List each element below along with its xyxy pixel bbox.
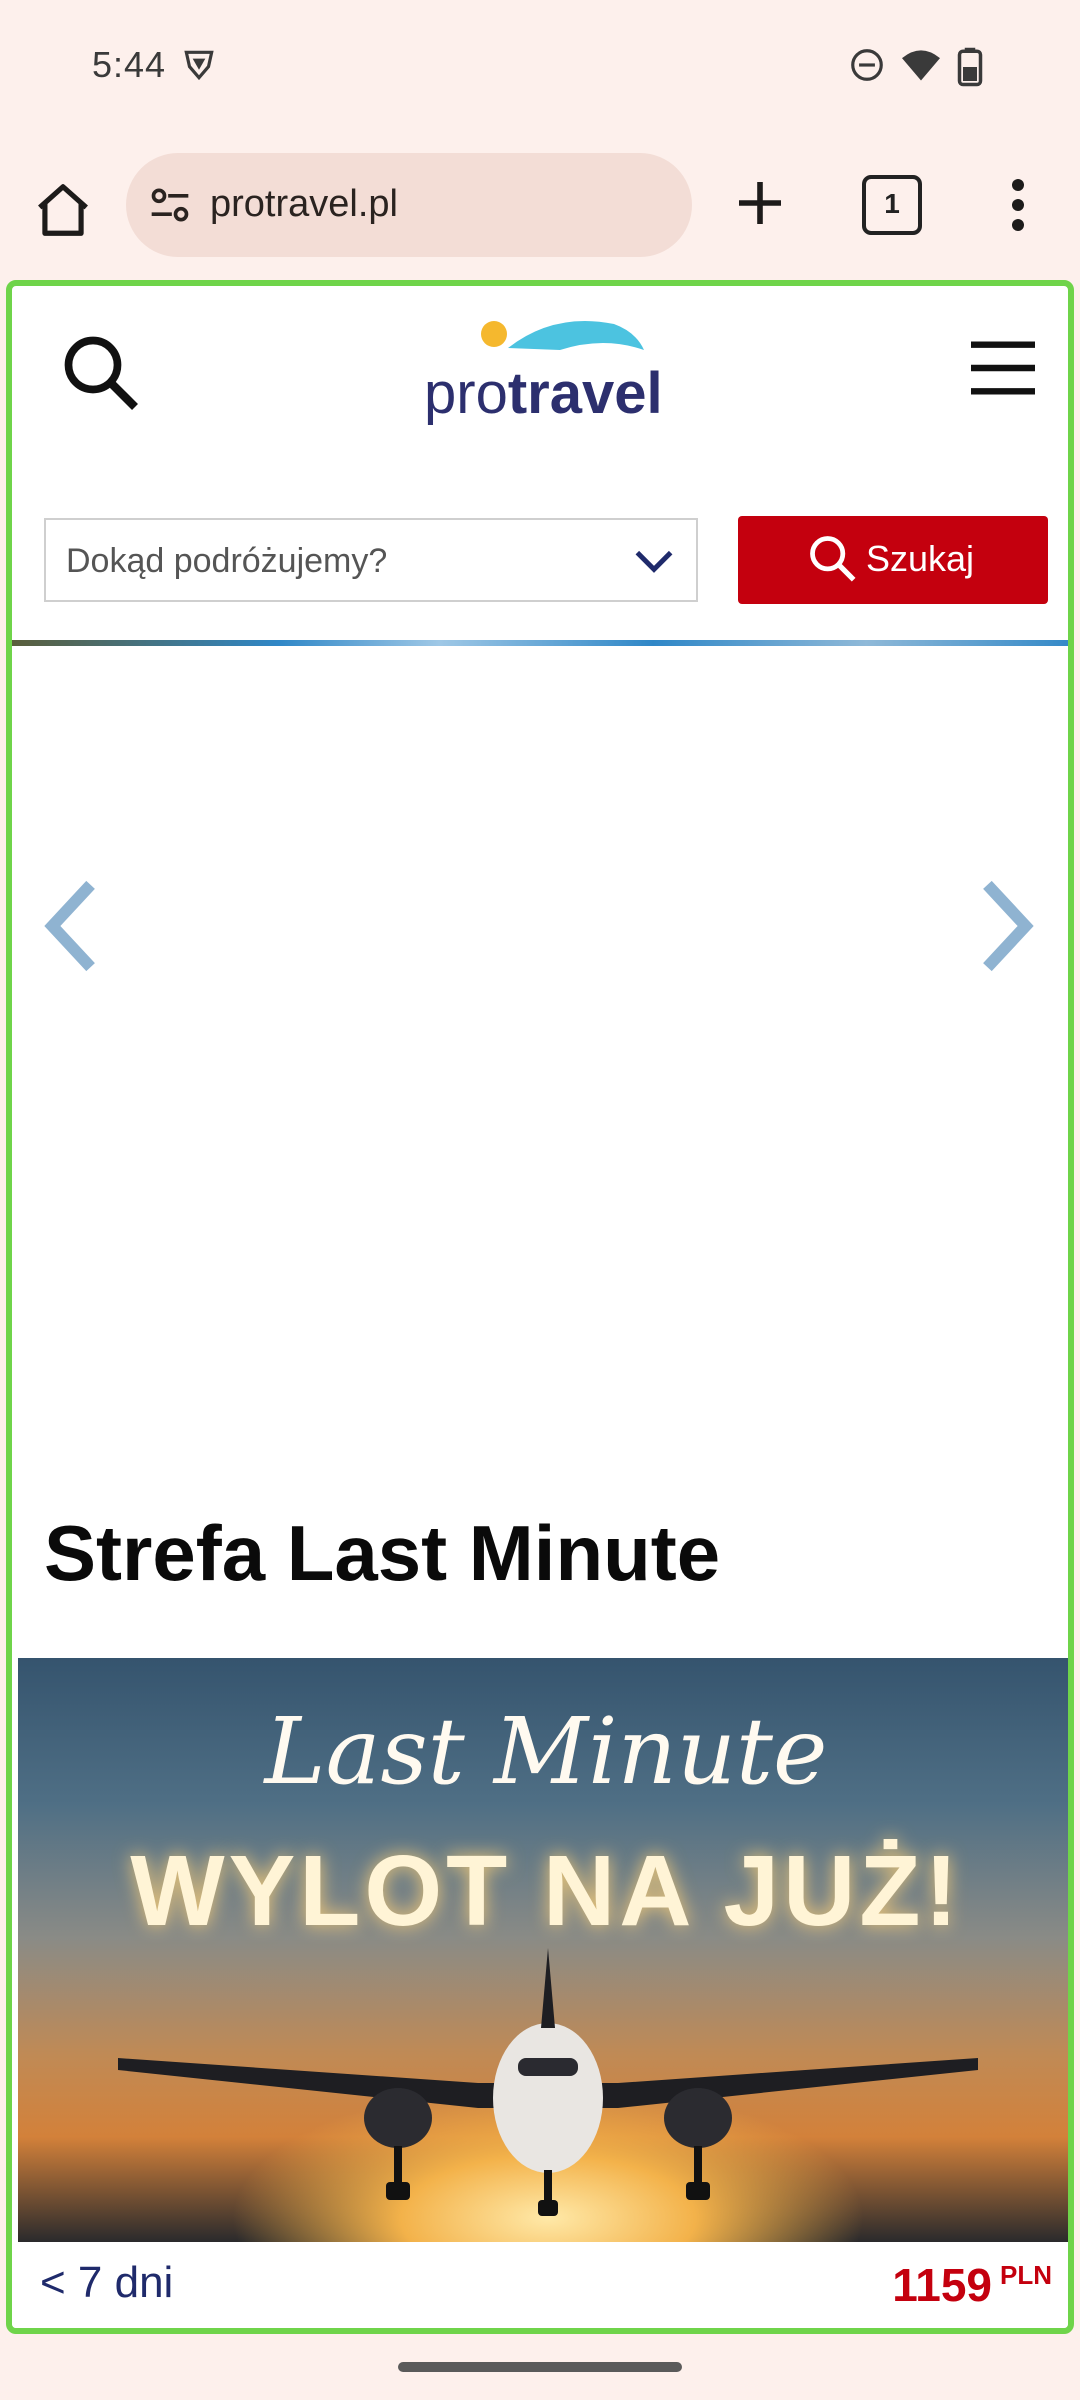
- wifi-icon: [902, 50, 940, 81]
- site-settings-icon[interactable]: [148, 183, 192, 227]
- search-button[interactable]: Szukaj: [738, 516, 1048, 604]
- status-time: 5:44: [92, 44, 167, 85]
- home-icon[interactable]: [32, 179, 94, 241]
- address-bar[interactable]: protravel.pl: [126, 153, 692, 257]
- tabs-button[interactable]: 1: [862, 175, 922, 235]
- brave-shield-icon: [184, 50, 214, 81]
- plus-icon[interactable]: [732, 175, 788, 231]
- chevron-down-icon[interactable]: [634, 546, 674, 576]
- banner-script-text: Last Minute: [264, 1698, 828, 1805]
- offer-price-value: 1159: [892, 2259, 992, 2311]
- destination-placeholder[interactable]: Dokąd podróżujemy?: [66, 542, 387, 581]
- search-button-label: Szukaj: [866, 538, 975, 579]
- browser-toolbar: protravel.pl 1: [0, 135, 1080, 280]
- site-logo[interactable]: protravel: [424, 310, 664, 430]
- destination-select[interactable]: Dokąd podróżujemy?: [44, 518, 698, 602]
- offer-row[interactable]: < 7 dni 1159 PLN: [12, 2248, 1068, 2328]
- hamburger-menu-icon[interactable]: [968, 336, 1038, 400]
- chevron-right-icon[interactable]: [978, 876, 1038, 976]
- logo-text-pre: pro: [424, 361, 508, 426]
- battery-icon: [957, 47, 983, 87]
- offer-duration: < 7 dni: [40, 2258, 174, 2307]
- gesture-nav-handle[interactable]: [398, 2362, 682, 2372]
- last-minute-banner[interactable]: Last Minute WYLOT NA JUŻ!: [18, 1658, 1068, 2242]
- url-text[interactable]: protravel.pl: [210, 183, 398, 226]
- status-bar: 5:44: [0, 0, 1080, 135]
- search-icon[interactable]: [58, 330, 142, 414]
- tabs-icon[interactable]: 1: [862, 175, 922, 235]
- search-icon: [810, 536, 856, 582]
- web-page: protravel Dokąd podróżujemy? Szukaj Stre…: [6, 280, 1074, 2334]
- offer-price: 1159 PLN: [892, 2258, 1052, 2312]
- offer-price-currency: PLN: [1000, 2260, 1052, 2290]
- image-slider[interactable]: [12, 646, 1068, 1276]
- chevron-left-icon[interactable]: [40, 876, 100, 976]
- section-title: Strefa Last Minute: [44, 1509, 721, 1597]
- do-not-disturb-icon: [851, 49, 883, 81]
- more-vert-icon[interactable]: [1000, 175, 1036, 235]
- logo-text: protravel: [424, 360, 663, 427]
- logo-text-bold: travel: [507, 361, 663, 426]
- airplane-icon: [118, 1948, 978, 2216]
